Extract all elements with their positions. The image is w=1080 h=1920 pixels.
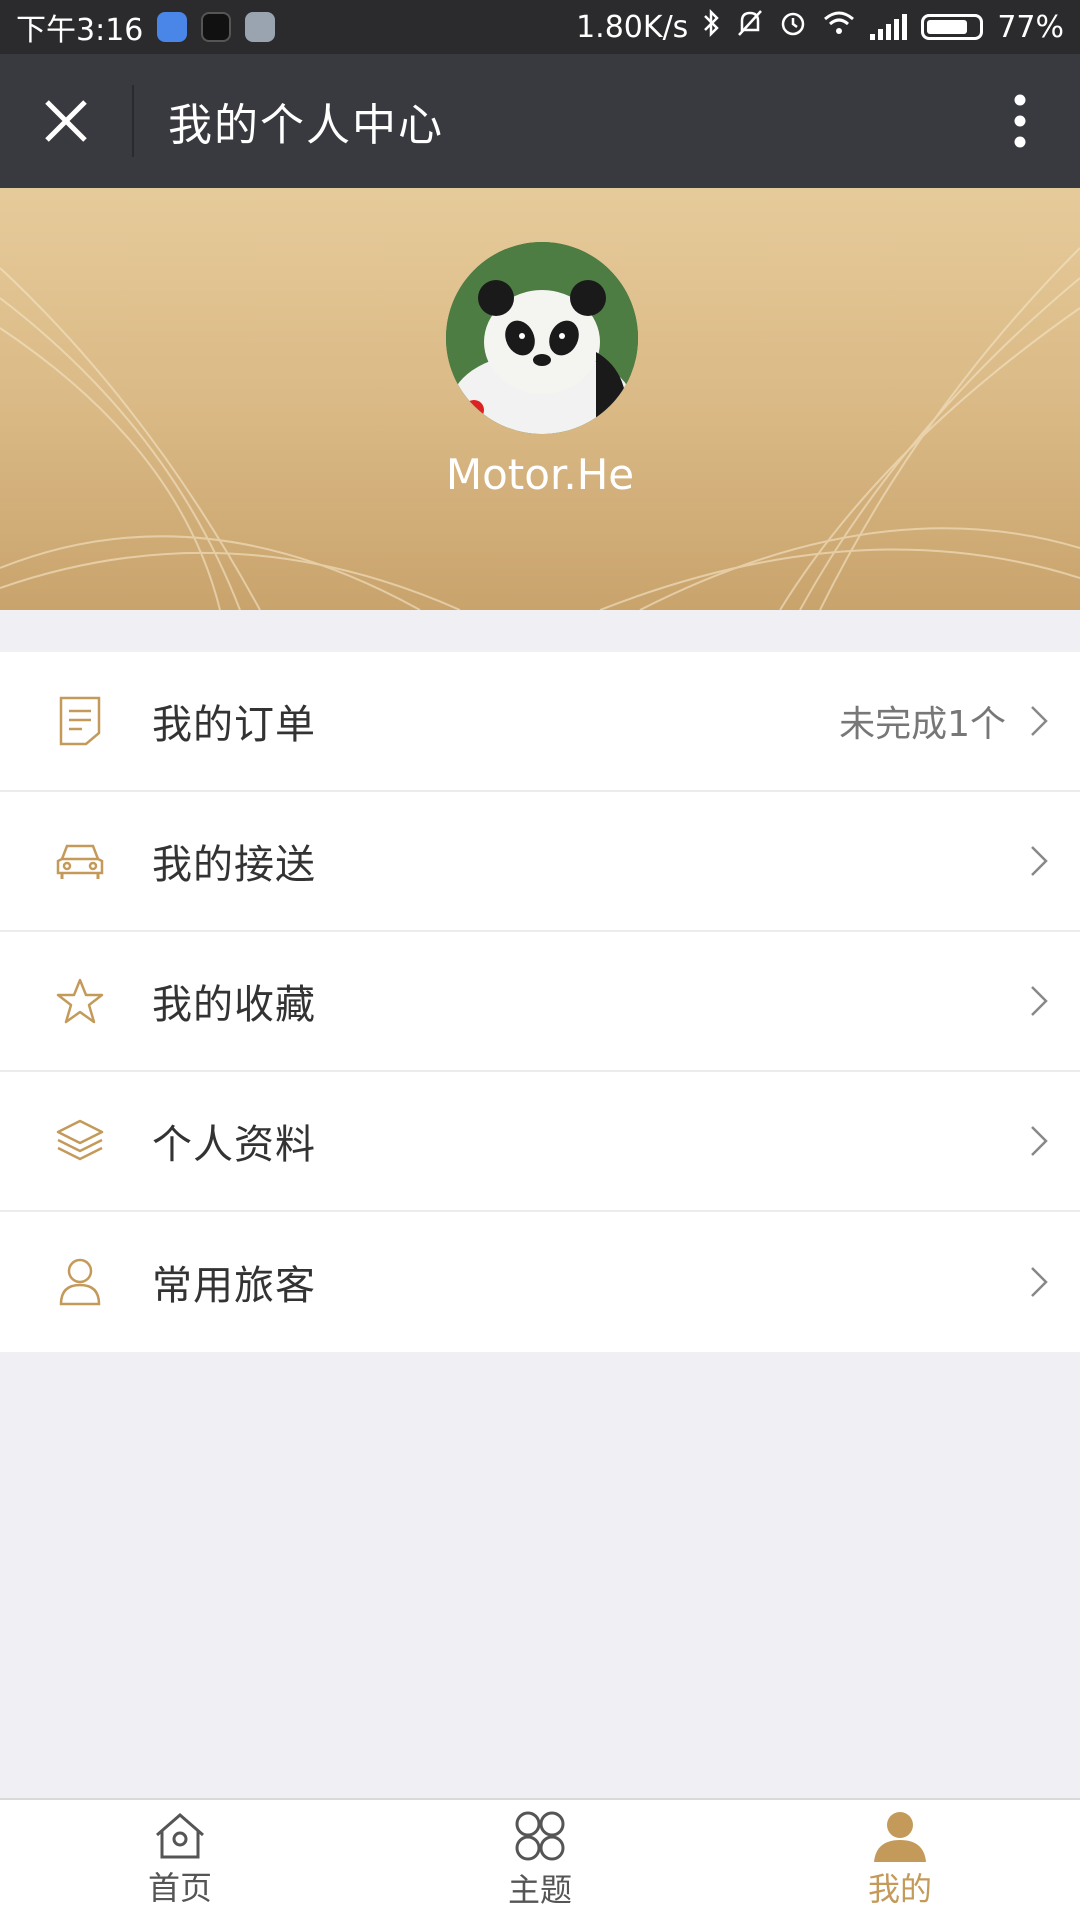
menu-item-orders[interactable]: 我的订单 未完成1个: [0, 652, 1080, 792]
nav-home[interactable]: 首页: [0, 1800, 360, 1920]
chevron-right-icon: [1014, 971, 1064, 1031]
order-document-icon: [40, 691, 120, 751]
chevron-right-icon: [1014, 1111, 1064, 1171]
chevron-right-icon: [1014, 691, 1064, 751]
menu-item-label: 我的接送: [152, 842, 316, 888]
home-icon: [156, 1813, 204, 1859]
more-icon: [1014, 94, 1026, 148]
net-speed: 1.80K/s: [576, 9, 689, 45]
avatar[interactable]: [446, 242, 638, 434]
menu-item-label: 我的收藏: [152, 982, 316, 1028]
menu-list: 我的订单 未完成1个 我的接送 我的收藏 个人资料 常用旅客: [0, 652, 1080, 1352]
car-icon: [40, 831, 120, 891]
more-button[interactable]: [960, 54, 1080, 188]
menu-item-profile[interactable]: 个人资料: [0, 1072, 1080, 1212]
nav-mine[interactable]: 我的: [720, 1800, 1080, 1920]
menu-item-travelers[interactable]: 常用旅客: [0, 1212, 1080, 1352]
bottom-nav: 首页 主题 我的: [0, 1798, 1080, 1920]
layers-icon: [40, 1111, 120, 1171]
menu-item-label: 我的订单: [152, 702, 316, 748]
star-icon: [40, 971, 120, 1031]
username: Motor.He: [445, 450, 635, 499]
person-icon: [40, 1252, 120, 1312]
menu-item-label: 常用旅客: [152, 1263, 316, 1309]
wifi-icon: [822, 9, 856, 45]
title-bar: 我的个人中心: [0, 54, 1080, 188]
nav-label: 我的: [867, 1870, 932, 1908]
menu-item-pickup[interactable]: 我的接送: [0, 792, 1080, 932]
close-button[interactable]: [0, 54, 132, 188]
tiktok-app-icon: [201, 12, 232, 42]
chevron-right-icon: [1014, 1252, 1064, 1312]
nav-theme[interactable]: 主题: [360, 1800, 720, 1920]
misc-app-icon: [245, 12, 276, 42]
mute-icon: [736, 8, 764, 46]
nav-label: 首页: [147, 1869, 212, 1907]
page-title: 我的个人中心: [168, 100, 444, 151]
profile-header: Motor.He: [0, 188, 1080, 610]
menu-item-favorites[interactable]: 我的收藏: [0, 932, 1080, 1072]
user-icon: [874, 1812, 926, 1862]
nav-label: 主题: [507, 1871, 572, 1909]
close-icon: [45, 100, 87, 142]
theme-grid-icon: [515, 1811, 565, 1861]
menu-item-label: 个人资料: [152, 1122, 316, 1168]
panda-avatar: [446, 242, 638, 434]
battery-level: 77%: [997, 9, 1064, 45]
alarm-icon: [778, 8, 808, 46]
bluetooth-icon: [702, 8, 722, 46]
cloud-app-icon: [157, 12, 188, 42]
orders-status-text: 未完成1个: [839, 704, 1006, 745]
status-time: 下午3:16: [16, 13, 144, 48]
signal-icon: [870, 14, 908, 40]
battery-icon: [921, 14, 984, 40]
status-bar: 下午3:16 1.80K/s 77%: [0, 0, 1080, 54]
chevron-right-icon: [1014, 831, 1064, 891]
